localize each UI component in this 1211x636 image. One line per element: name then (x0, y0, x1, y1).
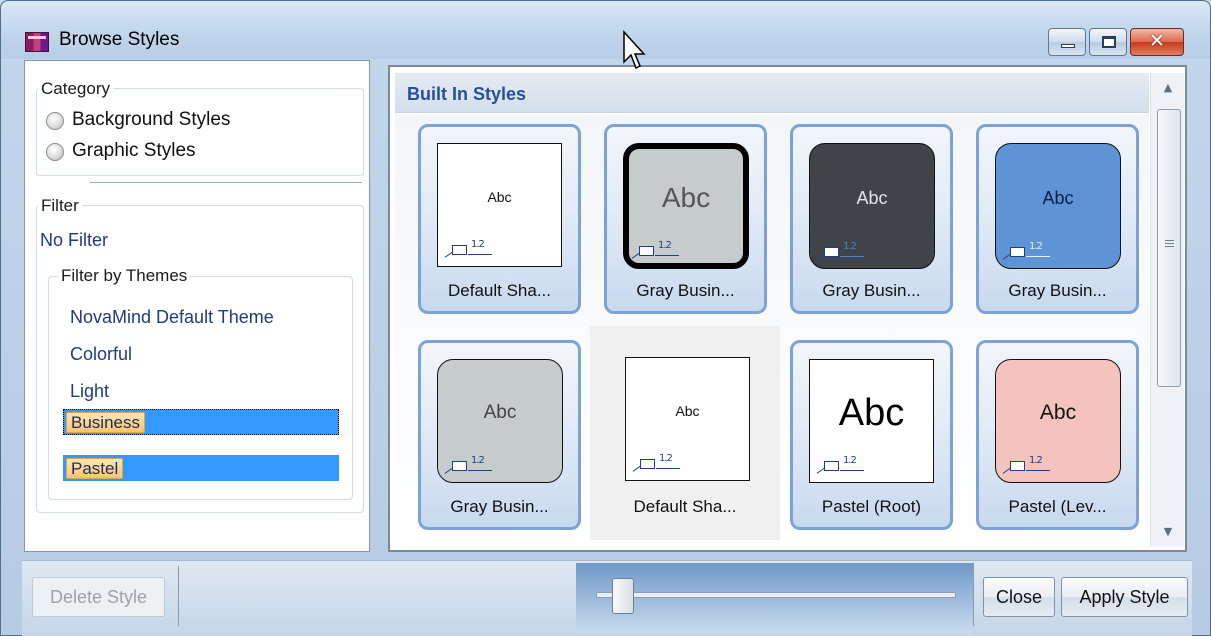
preview-text: Abc (483, 402, 517, 423)
mini-map-icon: 1.2 (816, 455, 866, 474)
theme-item-label: Pastel (66, 458, 124, 479)
preview-text: Abc (487, 189, 512, 205)
preview-text: Abc (675, 403, 700, 419)
style-card[interactable]: Abc 1.2 Pastel (Lev... (976, 340, 1139, 530)
style-preview: Abc 1.2 (625, 357, 750, 481)
style-label: Default Sha... (447, 281, 551, 300)
style-preview: Abc 1.2 (809, 359, 934, 483)
filter-by-themes-legend: Filter by Themes (58, 266, 191, 286)
grip-icon (1165, 240, 1174, 249)
divider (90, 182, 362, 183)
minimize-icon (1061, 44, 1075, 48)
category-group (36, 88, 364, 176)
mini-map-icon: 1.2 (816, 241, 866, 260)
scroll-thumb[interactable] (1157, 109, 1181, 387)
style-card[interactable]: Abc 1.2 Default Sha... (418, 124, 581, 314)
minimize-button[interactable] (1048, 28, 1086, 56)
graphic-styles-radio[interactable] (46, 143, 64, 161)
style-label: Gray Busin... (636, 281, 735, 300)
close-icon: ✕ (1149, 30, 1165, 52)
section-title: Built In Styles (407, 84, 527, 104)
mini-map-icon: 1.2 (1002, 455, 1052, 474)
preview-text: Abc (1039, 401, 1077, 424)
style-label: Gray Busin... (450, 497, 549, 516)
filter-legend: Filter (38, 196, 82, 216)
style-label: Default Sha... (633, 497, 737, 516)
scroll-down-arrow[interactable]: ▼ (1151, 519, 1185, 545)
mini-map-icon: 1.2 (631, 240, 681, 259)
title-bar[interactable]: Browse Styles ✕ (1, 1, 1210, 59)
apply-style-button[interactable]: Apply Style (1061, 577, 1188, 617)
style-label: Gray Busin... (1008, 281, 1107, 300)
no-filter-link[interactable]: No Filter (40, 230, 108, 251)
background-styles-radio[interactable] (46, 112, 64, 130)
background-styles-label[interactable]: Background Styles (72, 109, 230, 131)
mini-map-icon: 1.2 (444, 239, 494, 258)
style-card[interactable]: Abc 1.2 Gray Busin... (418, 340, 581, 530)
close-button[interactable]: Close (983, 577, 1055, 617)
zoom-slider-thumb[interactable] (612, 578, 634, 614)
style-preview: Abc 1.2 (623, 143, 749, 269)
preview-text: Abc (1042, 187, 1074, 208)
style-preview: Abc 1.2 (437, 359, 563, 483)
section-header: Built In Styles (395, 73, 1149, 113)
style-preview: Abc 1.2 (809, 143, 935, 269)
style-preview: Abc 1.2 (995, 359, 1121, 483)
maximize-icon (1102, 36, 1116, 48)
maximize-button[interactable] (1089, 28, 1127, 56)
mini-map-icon: 1.2 (1002, 241, 1052, 260)
theme-item-business[interactable]: Business (63, 409, 339, 435)
mouse-cursor-icon (623, 30, 646, 70)
scroll-up-arrow[interactable]: ▲ (1151, 75, 1185, 101)
toolbar-separator (973, 566, 974, 626)
window-title: Browse Styles (59, 29, 180, 50)
theme-item-colorful[interactable]: Colorful (70, 344, 132, 365)
graphic-styles-label[interactable]: Graphic Styles (72, 140, 196, 162)
style-label: Pastel (Root) (821, 497, 922, 516)
style-card[interactable]: Abc 1.2 Gray Busin... (790, 124, 953, 314)
theme-item-pastel[interactable]: Pastel (63, 455, 339, 481)
style-card[interactable]: Abc 1.2 Gray Busin... (604, 124, 767, 314)
preview-text: Abc (856, 187, 888, 208)
app-icon (25, 32, 49, 52)
style-card[interactable]: Abc 1.2 Gray Busin... (976, 124, 1139, 314)
style-label: Pastel (Lev... (1008, 497, 1107, 516)
theme-item-light[interactable]: Light (70, 381, 109, 402)
zoom-slider-area (576, 563, 974, 633)
style-label: Gray Busin... (822, 281, 921, 300)
preview-text: Abc (661, 182, 711, 213)
theme-item-label: Business (66, 412, 145, 433)
mini-map-icon: 1.2 (444, 455, 494, 474)
category-legend: Category (38, 79, 113, 99)
zoom-slider-track[interactable] (596, 592, 956, 598)
style-card[interactable]: Abc 1.2 Pastel (Root) (790, 340, 953, 530)
delete-style-button[interactable]: Delete Style (32, 577, 165, 617)
style-preview: Abc 1.2 (437, 143, 562, 267)
toolbar-separator (178, 566, 179, 626)
style-card[interactable]: Abc 1.2 Default Sha... (590, 326, 780, 540)
mini-map-icon: 1.2 (632, 453, 682, 472)
close-window-button[interactable]: ✕ (1130, 28, 1184, 56)
style-preview: Abc 1.2 (995, 143, 1121, 269)
theme-item-novamind-default[interactable]: NovaMind Default Theme (70, 307, 274, 328)
preview-text: Abc (838, 391, 905, 434)
vertical-scrollbar[interactable]: ▲ ▼ (1150, 73, 1184, 546)
